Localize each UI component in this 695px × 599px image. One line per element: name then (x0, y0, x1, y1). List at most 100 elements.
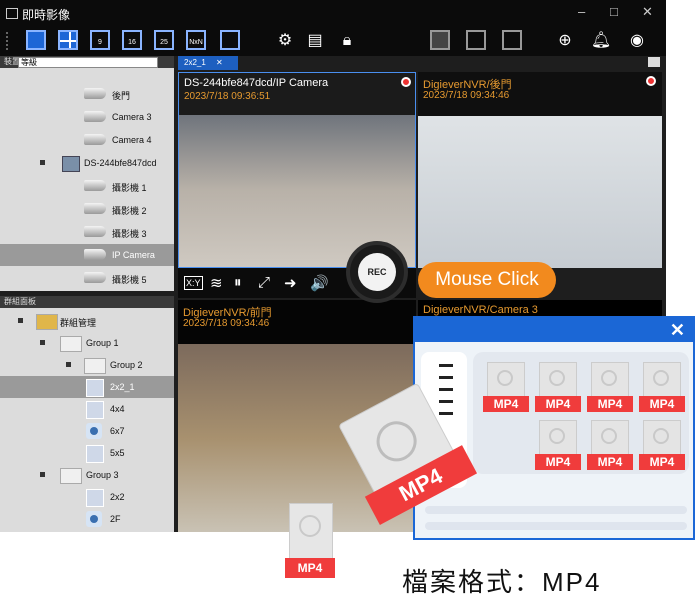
group-item[interactable]: 2F (0, 508, 174, 530)
expand-icon[interactable]: ⤢ (258, 274, 270, 291)
device-item[interactable]: 後門 (0, 83, 174, 105)
playback-icon[interactable] (502, 30, 522, 50)
expand-icon[interactable] (18, 318, 23, 323)
mp4-file-icon[interactable]: MP4 (639, 362, 685, 412)
dome-camera-icon (86, 511, 102, 527)
forward-icon[interactable]: ➜ (284, 274, 297, 292)
group-item[interactable]: 2x2 (0, 486, 174, 508)
layout-4-button[interactable] (58, 30, 78, 50)
pause-icon[interactable]: ⏸ (234, 274, 242, 291)
nvr-icon (62, 156, 80, 172)
layout-25-button[interactable]: 25 (154, 30, 174, 50)
channel-time: 2023/7/18 09:34:46 (423, 90, 510, 101)
camera-icon (84, 249, 106, 260)
camera-icon (84, 203, 106, 214)
download-icon[interactable]: ⊕ (554, 30, 576, 52)
dome-camera-icon (86, 423, 102, 439)
device-item[interactable]: 攝影機 3 (0, 221, 174, 243)
mp4-file-icon[interactable]: MP4 (587, 420, 633, 470)
maximize-button[interactable]: □ (610, 4, 618, 19)
mp4-file-small-icon: MP4 (285, 503, 335, 580)
close-button[interactable]: ✕ (642, 4, 653, 20)
group-item[interactable]: 6x7 (0, 420, 174, 442)
layout-nxn-button[interactable]: NxN (186, 30, 206, 50)
device-item[interactable]: 攝影機 2 (0, 198, 174, 220)
camera-icon (84, 88, 106, 99)
record-button[interactable]: REC (346, 241, 408, 303)
dialog-divider (425, 522, 687, 530)
group-item[interactable]: Group 2 (0, 354, 174, 376)
panel-icon[interactable] (430, 30, 450, 50)
mp4-file-icon[interactable]: MP4 (483, 362, 529, 412)
grid-icon (86, 401, 104, 419)
lock-icon[interactable]: 🔒︎ (336, 30, 358, 52)
group-item-selected[interactable]: 2x2_1 (0, 376, 174, 398)
device-item-nvr[interactable]: DS-244bfe847dcd (0, 152, 174, 174)
grid-icon (86, 379, 104, 397)
expand-icon[interactable] (40, 340, 45, 345)
camera-icon (84, 272, 106, 283)
layout-custom-button[interactable] (220, 30, 240, 50)
mp4-file-icon[interactable]: MP4 (639, 420, 685, 470)
expand-icon[interactable] (66, 362, 71, 367)
title-bar: 即時影像 – □ ✕ (0, 0, 666, 26)
dialog-divider (425, 506, 687, 514)
device-item[interactable]: 攝影機 5 (0, 267, 174, 289)
file-grid: MP4 MP4 MP4 MP4 MP4 MP4 MP4 (473, 352, 689, 474)
bell-icon[interactable]: 🔔︎ (590, 30, 612, 52)
group-item[interactable]: 群組管理 (0, 310, 174, 332)
group-panel-title: 群組面板 (4, 297, 36, 306)
layout-16-button[interactable]: 16 (122, 30, 142, 50)
video-tile-2[interactable]: DigieverNVR/後門 2023/7/18 09:34:46 (418, 72, 662, 268)
device-item[interactable]: Camera 4 (0, 129, 174, 151)
camera-icon (84, 111, 106, 122)
device-filter-select[interactable]: 等級 (18, 57, 158, 68)
tab-menu-icon[interactable] (648, 57, 660, 67)
grid-icon (86, 445, 104, 463)
file-format-caption: 檔案格式：MP4 (402, 567, 602, 597)
window-title: 即時影像 (22, 8, 71, 22)
tab-2x2-1[interactable]: 2x2_1 ✕ (178, 56, 238, 70)
camera-icon (84, 226, 106, 237)
mouse-click-callout: Mouse Click (418, 262, 556, 298)
app-icon (6, 8, 18, 19)
mp4-file-icon[interactable]: MP4 (535, 362, 581, 412)
group-item[interactable]: 5x5 (0, 442, 174, 464)
camera-icon (84, 180, 106, 191)
toolbar-grip (6, 32, 10, 50)
gear-icon[interactable]: ⚙ (274, 30, 296, 52)
device-item[interactable]: Camera 3 (0, 106, 174, 128)
channel-time: 2023/7/18 09:36:51 (184, 91, 271, 102)
device-item[interactable]: 攝影機 1 (0, 175, 174, 197)
channel-time: 2023/7/18 09:34:46 (183, 318, 270, 329)
dialog-close-button[interactable]: ✕ (670, 318, 685, 342)
mp4-file-icon[interactable]: MP4 (587, 362, 633, 412)
camera-icon (84, 134, 106, 145)
group-item[interactable]: Group 1 (0, 332, 174, 354)
group-item[interactable]: Group 3 (0, 464, 174, 486)
minimize-button[interactable]: – (578, 4, 585, 19)
filter-icon[interactable]: ≋ (210, 274, 223, 292)
folder-icon (60, 468, 82, 484)
layout-1-button[interactable] (26, 30, 46, 50)
video-tile-1[interactable]: DS-244bfe847dcd/IP Camera 2023/7/18 09:3… (178, 72, 416, 268)
folder-icon (60, 336, 82, 352)
expand-icon[interactable] (40, 160, 45, 165)
user-icon[interactable]: ◉ (626, 30, 648, 52)
group-item[interactable]: 4x4 (0, 398, 174, 420)
list-line-icon (439, 376, 453, 379)
device-item-selected[interactable]: IP Camera (0, 244, 174, 266)
tab-close-icon[interactable]: ✕ (216, 58, 223, 67)
aspect-ratio-icon[interactable]: X:Y (184, 276, 203, 290)
layout-9-button[interactable]: 9 (90, 30, 110, 50)
grid-icon (86, 489, 104, 507)
folder-icon (84, 358, 106, 374)
document-icon[interactable]: ▤ (304, 30, 326, 52)
channel-name: DS-244bfe847dcd/IP Camera (184, 77, 329, 89)
snapshot-icon[interactable] (466, 30, 486, 50)
volume-icon[interactable]: 🔊 (310, 274, 329, 292)
expand-icon[interactable] (40, 472, 45, 477)
channel-name: DigieverNVR/Camera 3 (423, 304, 538, 316)
mp4-file-icon[interactable]: MP4 (535, 420, 581, 470)
group-panel-header: 群組面板 (0, 296, 174, 308)
